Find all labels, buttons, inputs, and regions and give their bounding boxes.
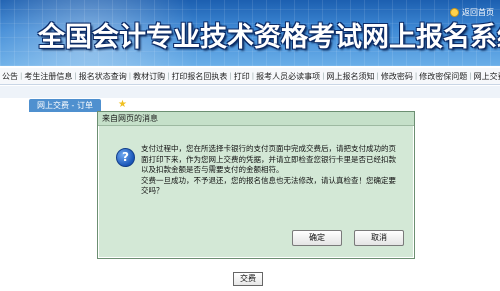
- home-link-label: 返回首页: [462, 8, 494, 17]
- nav-item-must-read[interactable]: 报考人员必读事项: [254, 71, 322, 82]
- cancel-button[interactable]: 取消: [354, 230, 404, 246]
- sub-strip: [0, 86, 500, 98]
- confirm-dialog: 来自网页的消息 ? 支付过程中，您在所选择卡银行的支付页面中完成交费后，请把支付…: [97, 111, 415, 259]
- dialog-message-paragraph-1: 支付过程中，您在所选择卡银行的支付页面中完成交费后，请把支付成功的页面打印下来，…: [141, 144, 396, 174]
- main-nav: 公告 | 考生注册信息 | 报名状态查询 | 教材订购 | 打印报名回执表 | 打印 | 报…: [0, 68, 500, 85]
- nav-item-announcement[interactable]: 公告: [0, 71, 20, 82]
- header-banner: 全国会计专业技术资格考试网上报名系统 返回首页: [0, 0, 500, 66]
- dialog-message-paragraph-2: 交费一旦成功，不予退还，您的报名信息也无法修改，请认真检查！您确定要交吗？: [141, 175, 396, 196]
- star-icon: ★: [118, 99, 127, 110]
- nav-item-print[interactable]: 打印: [232, 71, 252, 82]
- pay-button[interactable]: 交费: [233, 272, 263, 286]
- question-icon: ?: [116, 148, 135, 167]
- nav-item-status-query[interactable]: 报名状态查询: [77, 71, 129, 82]
- nav-item-change-security[interactable]: 修改密保问题: [417, 71, 469, 82]
- tab-order[interactable]: 网上交费 - 订单: [29, 99, 101, 112]
- site-title: 全国会计专业技术资格考试网上报名系统: [38, 22, 500, 53]
- dialog-title: 来自网页的消息: [98, 112, 414, 126]
- nav-item-registration-info[interactable]: 考生注册信息: [22, 71, 74, 82]
- nav-item-notice[interactable]: 网上报名须知: [325, 71, 377, 82]
- home-link[interactable]: 返回首页: [450, 7, 494, 18]
- dialog-message: 支付过程中，您在所选择卡银行的支付页面中完成交费后，请把支付成功的页面打印下来，…: [141, 144, 403, 197]
- nav-item-textbook-order[interactable]: 教材订购: [131, 71, 167, 82]
- ok-button[interactable]: 确定: [292, 230, 342, 246]
- nav-item-online-payment[interactable]: 网上交费: [472, 71, 500, 82]
- nav-item-change-password[interactable]: 修改密码: [379, 71, 415, 82]
- home-icon: [450, 8, 459, 17]
- nav-item-print-receipt[interactable]: 打印报名回执表: [169, 71, 229, 82]
